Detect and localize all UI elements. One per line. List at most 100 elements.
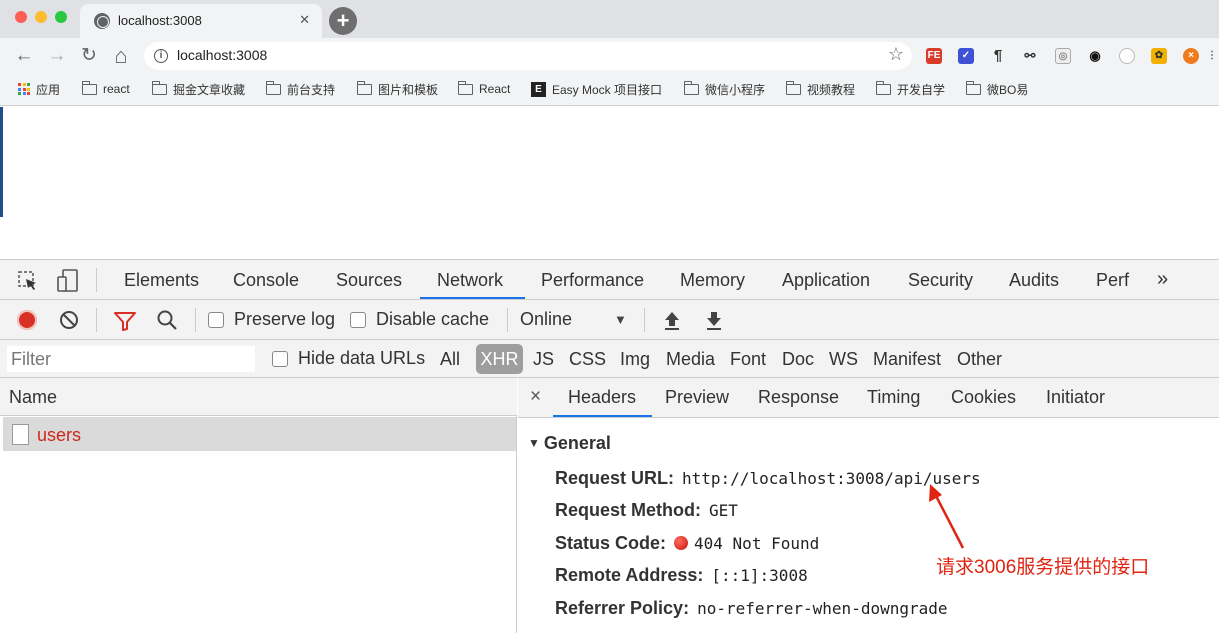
bookmark-react[interactable]: react (81, 80, 130, 97)
status-value: 404 Not Found (674, 534, 819, 553)
checkbox-icon[interactable] (208, 311, 224, 328)
header-value: no-referrer-when-downgrade (697, 599, 948, 618)
info-icon[interactable]: i (154, 49, 168, 63)
type-manifest[interactable]: Manifest (873, 349, 941, 370)
tab-headers[interactable]: Headers (568, 387, 636, 408)
back-button[interactable]: ← (12, 44, 36, 68)
type-all[interactable]: All (440, 349, 460, 370)
inspect-element-icon[interactable] (17, 270, 39, 292)
menu-icon[interactable]: ⋮ (1207, 48, 1217, 64)
bookmark-react-2[interactable]: React (457, 80, 510, 97)
type-img[interactable]: Img (620, 349, 650, 370)
tab-elements[interactable]: Elements (124, 270, 199, 291)
close-window-button[interactable] (15, 11, 27, 23)
folder-icon (683, 80, 699, 95)
new-tab-button[interactable]: + (329, 7, 357, 35)
bookmark-label: 掘金文章收藏 (173, 82, 246, 97)
maximize-window-button[interactable] (55, 11, 67, 23)
eye-icon[interactable]: ◉ (1087, 48, 1103, 64)
type-css[interactable]: CSS (569, 349, 606, 370)
type-other[interactable]: Other (957, 349, 1002, 370)
type-ws[interactable]: WS (829, 349, 858, 370)
type-media[interactable]: Media (666, 349, 715, 370)
minimize-window-button[interactable] (35, 11, 47, 23)
filter-icon[interactable] (113, 310, 137, 332)
clear-icon[interactable] (59, 310, 79, 330)
tab-preview[interactable]: Preview (665, 387, 729, 408)
bookmark-wechat-miniprogram[interactable]: 微信小程序 (683, 80, 766, 97)
bookmark-frontend-support[interactable]: 前台支持 (265, 80, 335, 97)
tab-cookies[interactable]: Cookies (951, 387, 1016, 408)
filter-input[interactable] (7, 346, 255, 372)
bookmark-images-templates[interactable]: 图片和模板 (356, 80, 438, 97)
preserve-log-checkbox[interactable]: Preserve log (208, 309, 335, 330)
tab-sources[interactable]: Sources (336, 270, 402, 291)
header-value: GET (709, 501, 738, 520)
import-har-icon[interactable] (662, 309, 682, 331)
link-icon[interactable]: ⚯ (1022, 48, 1038, 64)
tab-close-button[interactable]: ✕ (299, 12, 310, 28)
bookmark-juejin[interactable]: 掘金文章收藏 (151, 80, 246, 97)
tab-timing[interactable]: Timing (867, 387, 920, 408)
bookmark-self-study[interactable]: 开发自学 (875, 80, 946, 97)
forward-button[interactable]: → (45, 44, 69, 68)
tab-security[interactable]: Security (908, 270, 973, 291)
tab-console[interactable]: Console (233, 270, 299, 291)
bee-icon[interactable]: ✿ (1151, 48, 1167, 64)
record-icon[interactable] (17, 310, 37, 330)
tab-audits[interactable]: Audits (1009, 270, 1059, 291)
hide-data-urls-checkbox[interactable]: Hide data URLs (272, 348, 425, 369)
type-doc[interactable]: Doc (782, 349, 814, 370)
home-button[interactable]: ⌂ (109, 44, 133, 68)
paragraph-icon[interactable]: ¶ (990, 48, 1006, 64)
address-bar[interactable]: i localhost:3008 ☆ (144, 42, 912, 70)
browser-toolbar: ← → ↻ ⌂ i localhost:3008 ☆ FE ✓ ¶ ⚯ ◎ ◉ … (0, 38, 1219, 74)
header-row-status-code: Status Code: 404 Not Found (555, 533, 819, 554)
bookmark-label: react (103, 82, 130, 96)
tab-performance[interactable]: Performance (541, 270, 644, 291)
reload-button[interactable]: ↻ (77, 44, 101, 68)
browser-tab[interactable]: localhost:3008 ✕ (80, 4, 322, 38)
type-xhr[interactable]: XHR (476, 344, 523, 374)
tab-network[interactable]: Network (437, 270, 503, 291)
general-section-header[interactable]: ▼ General (528, 433, 611, 454)
easymock-icon: E (531, 81, 546, 97)
url-text[interactable]: localhost:3008 (177, 47, 267, 63)
extension-icon[interactable]: ◎ (1055, 48, 1071, 64)
stopwatch-icon[interactable] (1119, 48, 1135, 64)
type-js[interactable]: JS (533, 349, 554, 370)
fe-helper-icon[interactable]: FE (926, 48, 942, 64)
tab-initiator[interactable]: Initiator (1046, 387, 1105, 408)
disable-cache-checkbox[interactable]: Disable cache (350, 309, 489, 330)
device-toolbar-icon[interactable] (56, 268, 80, 294)
bookmark-weiboyi[interactable]: 微BO易 (965, 80, 1028, 97)
export-har-icon[interactable] (704, 309, 724, 331)
request-row[interactable]: users (3, 417, 516, 451)
close-circle-icon[interactable]: × (1183, 48, 1199, 64)
bookmark-star-icon[interactable]: ☆ (888, 44, 904, 65)
bookmark-apps[interactable]: 应用 (18, 81, 60, 97)
status-dot-icon (674, 536, 689, 550)
tab-response[interactable]: Response (758, 387, 839, 408)
tab-perf[interactable]: Perf (1096, 270, 1129, 291)
checkbox-icon[interactable] (272, 350, 288, 367)
folder-icon (457, 80, 473, 95)
close-details-button[interactable]: × (530, 386, 541, 408)
type-font[interactable]: Font (730, 349, 766, 370)
column-header-name[interactable]: Name (0, 378, 517, 416)
folder-icon (81, 80, 97, 95)
search-icon[interactable] (156, 309, 178, 331)
bookmark-easy-mock[interactable]: E Easy Mock 项目接口 (531, 81, 662, 97)
more-tabs-button[interactable]: » (1157, 268, 1168, 291)
bookmark-video-tutorials[interactable]: 视频教程 (785, 80, 855, 97)
bookmark-label: 开发自学 (897, 82, 946, 97)
checkbox-icon[interactable] (350, 311, 366, 328)
header-key: Referrer Policy: (555, 598, 690, 618)
section-title: General (543, 433, 611, 453)
pocket-icon[interactable]: ✓ (958, 48, 974, 64)
tab-memory[interactable]: Memory (680, 270, 745, 291)
throttling-select[interactable]: Online ▼ (520, 309, 630, 330)
bookmark-label: 微信小程序 (705, 82, 766, 97)
tab-application[interactable]: Application (782, 270, 870, 291)
filter-bar: Hide data URLs All XHR JS CSS Img Media … (0, 340, 1219, 378)
